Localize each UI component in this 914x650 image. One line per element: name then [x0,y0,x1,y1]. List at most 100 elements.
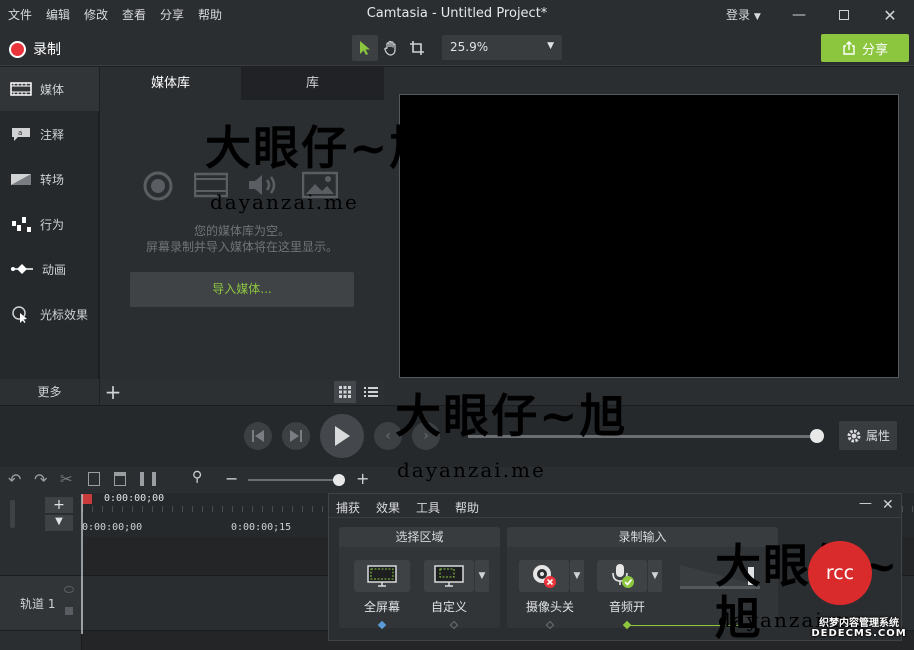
sidebar-item-label: 动画 [42,262,67,277]
menu-modify[interactable]: 修改 [84,6,108,23]
recorder-menu-capture[interactable]: 捕获 [336,499,360,516]
scrubber-handle[interactable] [810,429,824,443]
list-view-button[interactable] [360,381,382,403]
hand-icon [384,40,396,56]
menu-file[interactable]: 文件 [8,6,32,23]
undo-icon: ↶ [8,470,22,489]
record-label: 录制 [33,42,61,58]
watermark-text: 大眼仔~旭 [395,389,628,443]
playhead-line [81,494,83,634]
watermark-url: dayanzai.me [397,458,546,482]
media-panel-footer: + [100,379,384,405]
timeline-zoom-slider[interactable] [248,479,343,481]
plus-icon: + [356,469,370,488]
camera-label: 摄像头关 [525,600,574,614]
recorder-menu-help[interactable]: 帮助 [455,499,479,516]
properties-button[interactable]: 属性 [839,421,897,450]
custom-area-button[interactable] [424,560,474,592]
crop-tool-button[interactable] [404,35,430,61]
track-label: 轨道 1 [20,597,56,611]
close-icon: ✕ [882,497,894,513]
audio-button[interactable] [597,560,647,592]
sidebar-item-cursor-effects[interactable]: 光标效果 [0,292,99,336]
login-button[interactable]: 登录 ▼ [726,6,761,23]
select-tool-button[interactable] [352,35,378,61]
zoom-select[interactable]: 25.9% ▼ [442,35,562,60]
undo-button[interactable]: ↶ [8,470,21,489]
custom-area-label: 自定义 [430,600,467,614]
maximize-button[interactable] [822,0,866,30]
playhead[interactable] [82,494,92,504]
recorder-close-button[interactable]: ✕ [882,497,894,513]
split-icon [140,472,156,486]
record-placeholder-icon [142,170,176,201]
close-icon: ✕ [883,5,897,25]
play-button[interactable] [320,414,364,458]
cut-button[interactable]: ✂ [60,470,73,488]
add-track-button[interactable]: + [45,497,73,513]
step-forward-icon [290,430,302,442]
maximize-icon [839,10,849,20]
fullscreen-button[interactable] [354,560,410,592]
empty-message-line1: 您的媒体库为空。 [193,224,290,238]
step-back-button[interactable] [244,422,272,450]
recorder-menu-tools[interactable]: 工具 [416,499,440,516]
zoom-out-button[interactable]: − [225,469,238,488]
custom-area-dropdown[interactable]: ▼ [475,560,489,592]
share-button[interactable]: 分享 [821,34,909,62]
empty-media-message: 您的媒体库为空。 屏幕录制并导入媒体将在这里显示。 [100,223,384,255]
zoom-in-button[interactable]: + [356,469,369,488]
menu-edit[interactable]: 编辑 [46,6,70,23]
pan-tool-button[interactable] [378,35,404,61]
tab-library[interactable]: 库 [241,67,384,100]
sidebar-item-animations[interactable]: 动画 [0,247,99,291]
menu-help[interactable]: 帮助 [198,6,222,23]
chevron-down-icon: ▼ [478,571,486,581]
menu-share[interactable]: 分享 [160,6,184,23]
sidebar-item-media[interactable]: 媒体 [0,67,99,111]
sidebar-item-annotations[interactable]: a 注释 [0,112,99,156]
camera-button[interactable] [519,560,569,592]
sidebar-item-transitions[interactable]: 转场 [0,157,99,201]
minimize-button[interactable]: — [777,0,821,30]
tab-media-bin[interactable]: 媒体库 [100,67,241,100]
plus-icon: + [53,497,65,513]
recorder-minimize-button[interactable]: — [859,496,872,511]
step-forward-button[interactable] [282,422,310,450]
track-height-slider[interactable] [10,500,15,528]
paste-icon [114,472,126,486]
track-options-button[interactable]: ▼ [45,515,73,531]
copy-button[interactable] [88,472,100,489]
timeline-zoom-handle[interactable] [333,474,345,486]
more-button[interactable]: 更多 [0,379,99,405]
sidebar-item-behaviors[interactable]: 行为 [0,202,99,246]
lock-icon[interactable] [65,607,73,615]
add-button[interactable]: + [102,381,124,403]
import-media-button[interactable]: 导入媒体... [130,272,354,307]
redo-button[interactable]: ↷ [34,470,47,489]
record-button[interactable]: 录制 [9,39,61,59]
login-label: 登录 [726,8,751,22]
more-label: 更多 [37,385,62,399]
preview-canvas[interactable] [399,94,899,378]
footer-url: DEDECMS.COM [811,628,907,639]
scissors-icon: ✂ [60,470,73,488]
track-1-header[interactable]: 轨道 1 [0,575,82,631]
paste-button[interactable] [114,472,126,489]
split-button[interactable] [140,472,156,489]
camera-dropdown[interactable]: ▼ [570,560,584,592]
monitor-icon [434,565,464,587]
chevron-down-icon: ▼ [651,571,659,581]
audio-dropdown[interactable]: ▼ [648,560,662,592]
sidebar-item-label: 光标效果 [40,307,89,322]
recorder-menu-effects[interactable]: 效果 [376,499,400,516]
close-button[interactable]: ✕ [868,0,912,30]
grid-view-button[interactable] [334,381,356,403]
film-icon [10,82,32,96]
custom-indicator [449,620,459,630]
recorder-menu-bar: 捕获 效果 工具 帮助 — ✕ [329,494,901,518]
chevron-down-icon: ▼ [547,41,554,51]
playhead-timecode: 0:00:00;00 [104,493,165,504]
eye-icon[interactable] [64,586,74,593]
menu-view[interactable]: 查看 [122,6,146,23]
